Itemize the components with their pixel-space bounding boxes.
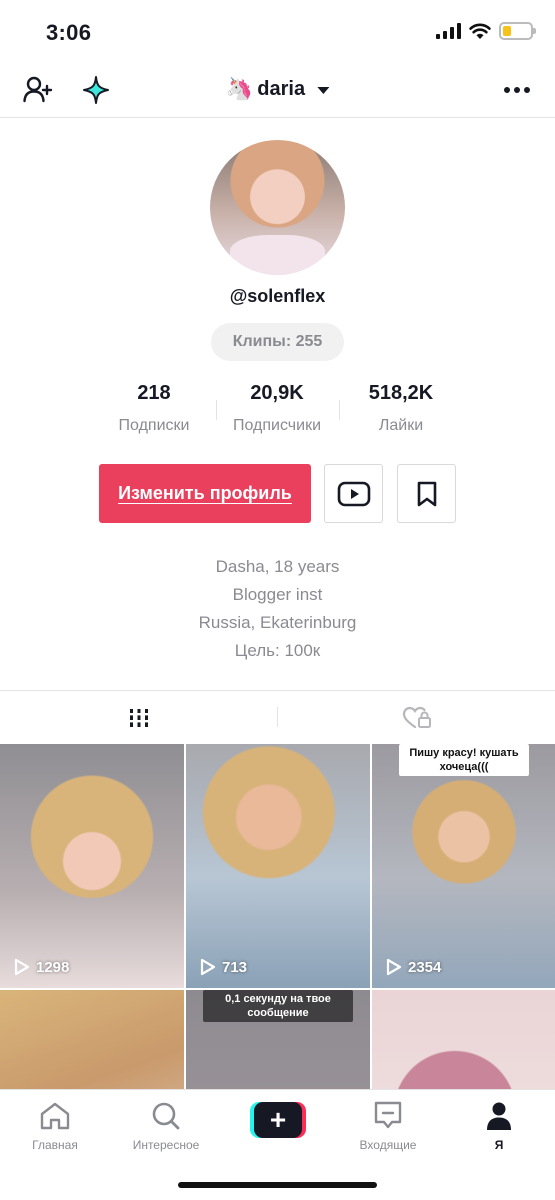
nav-label: Входящие — [359, 1138, 417, 1152]
tab-videos[interactable] — [0, 691, 277, 745]
video-caption: Пишу красу! кушать хочеца((( — [399, 744, 529, 776]
search-icon — [152, 1102, 180, 1130]
account-switcher[interactable]: 🦄 daria — [225, 76, 330, 102]
nav-discover[interactable]: Интересное — [111, 1098, 221, 1152]
nav-label: Интересное — [132, 1138, 200, 1152]
nav-label: Я — [494, 1138, 504, 1152]
cellular-signal-icon — [436, 23, 461, 39]
youtube-icon — [337, 481, 370, 506]
wifi-icon — [469, 23, 491, 39]
view-count: 713 — [200, 958, 247, 976]
view-count: 2354 — [386, 958, 441, 976]
unicorn-emoji: 🦄 — [225, 76, 254, 101]
nav-me[interactable]: Я — [444, 1098, 554, 1152]
followers-stat[interactable]: 20,9K Подписчики — [212, 382, 342, 435]
edit-profile-button[interactable]: Изменить профиль — [99, 464, 311, 523]
liked-locked-icon — [402, 706, 431, 729]
clips-count-badge[interactable]: Клипы: 255 — [211, 323, 344, 361]
likes-stat[interactable]: 518,2K Лайки — [336, 382, 466, 435]
inbox-icon — [374, 1101, 402, 1129]
sparkle-icon[interactable] — [78, 72, 114, 108]
status-bar: 3:06 — [0, 0, 555, 64]
video-thumbnail[interactable]: Пишу красу! кушать хочеца((( 2354 — [372, 744, 555, 988]
view-count: 1298 — [14, 958, 69, 976]
followers-label: Подписчики — [232, 417, 321, 434]
home-icon — [40, 1102, 70, 1130]
video-grid: 1298 713 Пишу красу! кушать хочеца((( 23… — [0, 744, 555, 1089]
video-thumbnail[interactable] — [0, 990, 184, 1089]
video-thumbnail[interactable]: 713 — [186, 744, 370, 988]
favorites-button[interactable] — [397, 464, 456, 523]
battery-icon — [499, 22, 536, 40]
profile-icon — [487, 1102, 511, 1130]
video-thumbnail[interactable] — [372, 990, 555, 1089]
status-icons — [436, 22, 536, 40]
status-time: 3:06 — [46, 20, 92, 45]
video-thumbnail[interactable]: 0,1 секунду на твое сообщение — [186, 990, 370, 1089]
header-username: daria — [257, 77, 306, 100]
videos-grid-icon — [127, 709, 150, 727]
following-count: 218 — [137, 382, 171, 404]
video-thumbnail[interactable]: 1298 — [0, 744, 184, 988]
youtube-button[interactable] — [324, 464, 383, 523]
nav-home[interactable]: Главная — [0, 1098, 110, 1152]
profile-stats: 218 Подписки 20,9K Подписчики 518,2K Лай… — [0, 382, 555, 442]
following-stat[interactable]: 218 Подписки — [89, 382, 219, 435]
profile-handle: @solenflex — [229, 286, 326, 306]
tab-liked[interactable] — [278, 691, 555, 745]
bio-line: Blogger inst — [232, 585, 323, 604]
bio-line: Russia, Ekaterinburg — [198, 613, 357, 632]
view-count-text: 2354 — [408, 958, 442, 976]
bio-line: Цель: 100к — [234, 641, 321, 660]
video-caption: 0,1 секунду на твое сообщение — [203, 990, 353, 1022]
nav-inbox[interactable]: Входящие — [333, 1098, 443, 1152]
likes-label: Лайки — [378, 417, 424, 434]
profile-header: 🦄 daria — [0, 64, 555, 118]
play-icon — [386, 958, 402, 976]
more-icon[interactable] — [499, 72, 535, 108]
followers-count: 20,9K — [250, 382, 304, 404]
add-user-icon[interactable] — [20, 72, 56, 108]
play-icon — [200, 958, 216, 976]
plus-icon: + — [254, 1102, 302, 1138]
bio-line: Dasha, 18 years — [215, 557, 340, 576]
nav-label: Главная — [32, 1138, 78, 1152]
view-count-text: 1298 — [36, 958, 70, 976]
chevron-down-icon — [317, 86, 330, 94]
profile-bio: Dasha, 18 years Blogger inst Russia, Eka… — [0, 555, 555, 667]
battery-level — [503, 26, 511, 36]
avatar[interactable] — [210, 140, 345, 275]
create-button[interactable]: + — [250, 1102, 306, 1138]
view-count-text: 713 — [222, 958, 248, 976]
bookmark-icon — [417, 481, 436, 506]
home-indicator[interactable] — [178, 1182, 377, 1188]
play-icon — [14, 958, 30, 976]
following-label: Подписки — [118, 417, 190, 434]
likes-count: 518,2K — [368, 382, 434, 404]
content-tabs — [0, 690, 555, 744]
